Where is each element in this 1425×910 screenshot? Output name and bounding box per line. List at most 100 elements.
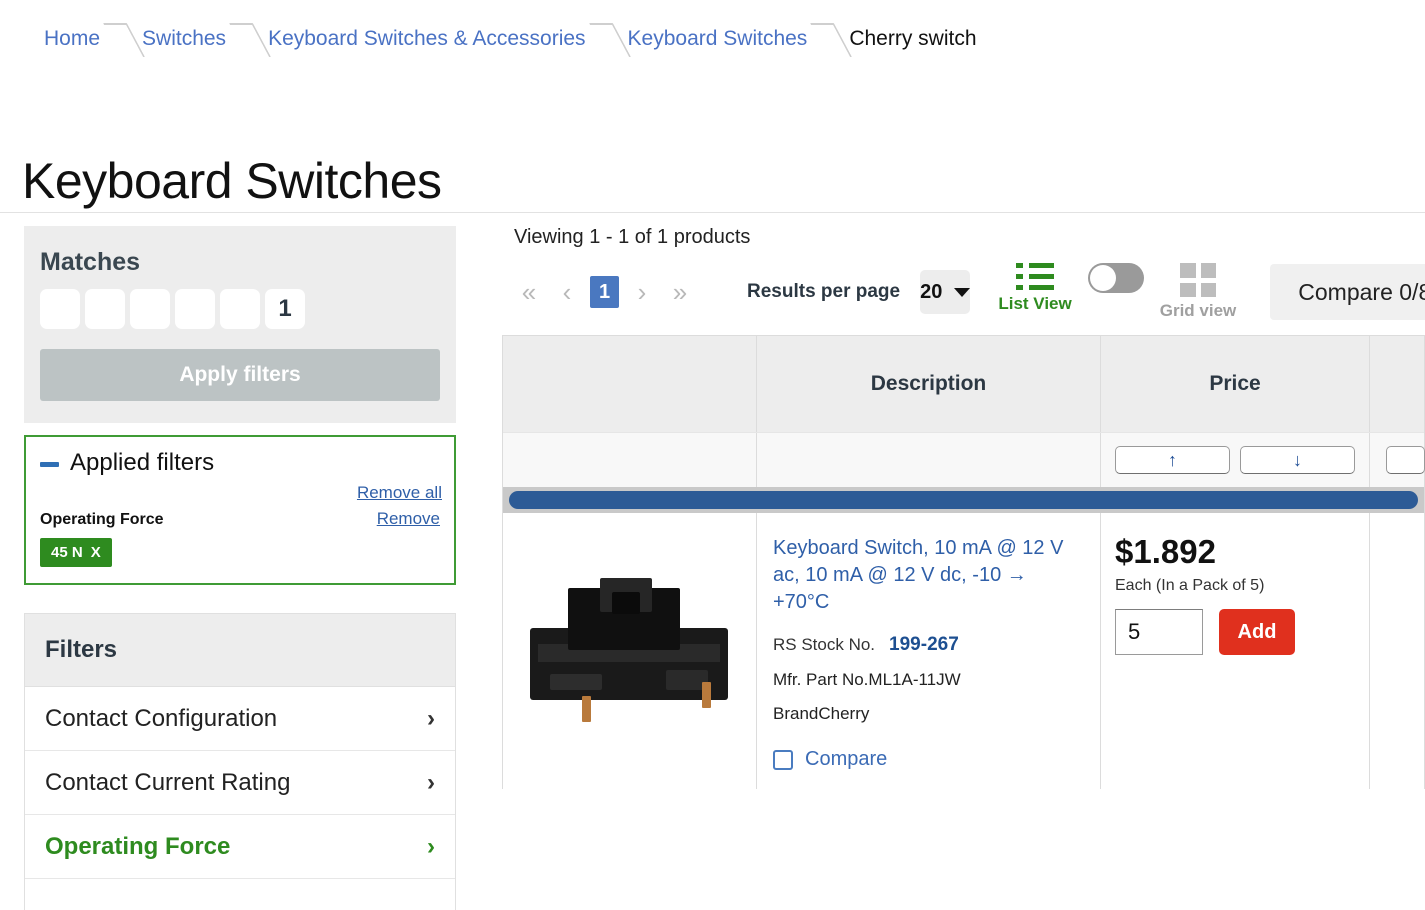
add-to-basket-button[interactable]: Add <box>1219 609 1295 655</box>
stock-label: RS Stock No. <box>773 635 876 654</box>
product-price-unit: Each (In a Pack of 5) <box>1115 577 1265 594</box>
results-toolbar: « ‹ 1 › » Results per page 20 List View … <box>514 263 1425 321</box>
counter-digit <box>130 289 170 329</box>
table-header-price: Price <box>1101 336 1370 432</box>
product-image-cell <box>503 513 757 789</box>
sort-price-ascending-button[interactable]: ↑ <box>1115 446 1230 474</box>
brand-label: Brand <box>773 704 819 723</box>
breadcrumb-item-current: Cherry switch <box>849 27 977 50</box>
brand-value[interactable]: Cherry <box>818 704 869 723</box>
breadcrumb-item-keyboard-switches-accessories[interactable]: Keyboard Switches & Accessories <box>268 27 585 51</box>
applied-filter-chip[interactable]: 45 N X <box>40 538 112 567</box>
pagination-first-icon[interactable]: « <box>514 279 544 305</box>
sort-extra-button[interactable] <box>1386 446 1425 474</box>
sort-cell-extra <box>1370 433 1425 487</box>
applied-filters-header[interactable]: Applied filters <box>40 449 440 477</box>
applied-filter-group-label: Operating Force <box>40 511 164 528</box>
grid-view-icon <box>1180 263 1217 297</box>
product-mpn-row: Mfr. Part No.ML1A-11JW <box>773 670 1084 690</box>
filter-item-operating-force[interactable]: Operating Force › <box>25 815 455 879</box>
product-title-link[interactable]: Keyboard Switch, 10 mA @ 12 V ac, 10 mA … <box>773 535 1084 616</box>
filter-item-contact-configuration[interactable]: Contact Configuration › <box>25 687 455 751</box>
results-per-page-select[interactable]: 20 <box>920 270 971 314</box>
grid-view-label: Grid view <box>1159 301 1237 320</box>
list-view-option[interactable]: List View <box>998 263 1072 314</box>
chevron-down-icon <box>954 287 971 297</box>
results-per-page-value: 20 <box>920 280 943 303</box>
counter-digit <box>220 289 260 329</box>
keyboard-switch-product-image[interactable] <box>516 570 744 732</box>
counter-digit <box>175 289 215 329</box>
scrollbar-thumb[interactable] <box>509 491 1418 509</box>
chevron-right-icon: › <box>427 704 435 732</box>
view-toggle: List View Grid view <box>998 263 1236 321</box>
product-listing-page: Home Switches Keyboard Switches & Access… <box>0 0 1425 910</box>
list-view-icon <box>1016 263 1055 290</box>
product-price: $1.892 <box>1115 533 1216 570</box>
stock-value[interactable]: 199-267 <box>889 634 959 655</box>
apply-filters-button[interactable]: Apply filters <box>40 349 440 401</box>
quantity-input[interactable] <box>1115 609 1203 655</box>
compare-checkbox-row[interactable]: Compare <box>773 748 1084 771</box>
breadcrumb-item-keyboard-switches[interactable]: Keyboard Switches <box>628 27 808 51</box>
list-view-label: List View <box>998 294 1072 313</box>
compare-checkbox[interactable] <box>773 749 793 770</box>
toggle-knob <box>1089 265 1116 291</box>
counter-digit: 1 <box>265 289 305 329</box>
mpn-value: ML1A-11JW <box>868 670 961 689</box>
filters-sidebar: Matches 1 Apply filters Applied filters … <box>24 226 456 910</box>
horizontal-scrollbar[interactable] <box>503 487 1424 513</box>
compare-checkbox-label: Compare <box>805 748 888 770</box>
pagination-next-icon[interactable]: › <box>627 279 657 305</box>
filters-panel: Filters Contact Configuration › Contact … <box>24 613 456 910</box>
pagination-last-icon[interactable]: » <box>665 279 695 305</box>
filters-heading: Filters <box>25 614 455 687</box>
matches-heading: Matches <box>40 248 141 276</box>
pagination-prev-icon[interactable]: ‹ <box>552 279 582 305</box>
grid-view-option[interactable]: Grid view <box>1159 263 1237 321</box>
switch-pin <box>581 696 591 722</box>
counter-digit <box>40 289 80 329</box>
page-title: Keyboard Switches <box>22 152 442 209</box>
breadcrumb-separator-icon <box>100 16 142 62</box>
matches-panel: Matches 1 Apply filters <box>24 226 456 423</box>
purchase-row: Add <box>1115 609 1355 655</box>
filter-item-contact-current-rating[interactable]: Contact Current Rating › <box>25 751 455 815</box>
applied-filters-panel: Applied filters Remove all Operating For… <box>24 435 456 585</box>
counter-digit <box>85 289 125 329</box>
minus-collapse-icon[interactable] <box>40 461 59 467</box>
table-header-row: Description Price <box>503 336 1424 432</box>
results-area: Viewing 1 - 1 of 1 products « ‹ 1 › » Re… <box>502 226 1425 789</box>
chevron-right-icon: › <box>427 768 435 796</box>
remove-filter-link[interactable]: Remove <box>377 509 440 529</box>
switch-pin <box>701 682 711 708</box>
sort-price-descending-button[interactable]: ↓ <box>1240 446 1355 474</box>
breadcrumb-separator-icon <box>586 16 628 62</box>
compare-button[interactable]: Compare 0/8 <box>1270 264 1425 320</box>
table-header-image <box>503 336 757 432</box>
table-row: Keyboard Switch, 10 mA @ 12 V ac, 10 mA … <box>503 513 1424 789</box>
product-price-cell: $1.892 Each (In a Pack of 5) Add <box>1101 513 1370 789</box>
viewing-count: Viewing 1 - 1 of 1 products <box>514 226 751 248</box>
chevron-right-icon: › <box>427 832 435 860</box>
pagination-page-1[interactable]: 1 <box>590 276 619 308</box>
results-table: Description Price ↑ ↓ Keyboard Switch, 1… <box>502 335 1425 789</box>
product-extra-cell <box>1370 513 1425 789</box>
table-header-description: Description <box>757 336 1101 432</box>
sort-cell-description <box>757 433 1101 487</box>
breadcrumb: Home Switches Keyboard Switches & Access… <box>0 0 1425 78</box>
table-header-extra <box>1370 336 1425 432</box>
view-mode-toggle-switch[interactable] <box>1087 263 1144 293</box>
pagination: « ‹ 1 › » <box>514 276 695 308</box>
applied-filters-heading: Applied filters <box>70 449 215 476</box>
remove-all-link[interactable]: Remove all <box>357 483 442 503</box>
chip-close-icon[interactable]: X <box>91 544 101 561</box>
matches-counter: 1 <box>40 289 440 329</box>
breadcrumb-item-switches[interactable]: Switches <box>142 27 226 51</box>
filter-item-label: Operating Force <box>45 832 231 860</box>
title-divider <box>0 212 1425 213</box>
breadcrumb-item-home[interactable]: Home <box>44 27 100 51</box>
breadcrumb-separator-icon <box>226 16 268 62</box>
sort-cell-price: ↑ ↓ <box>1101 433 1370 487</box>
filter-item-partial[interactable] <box>25 879 455 910</box>
